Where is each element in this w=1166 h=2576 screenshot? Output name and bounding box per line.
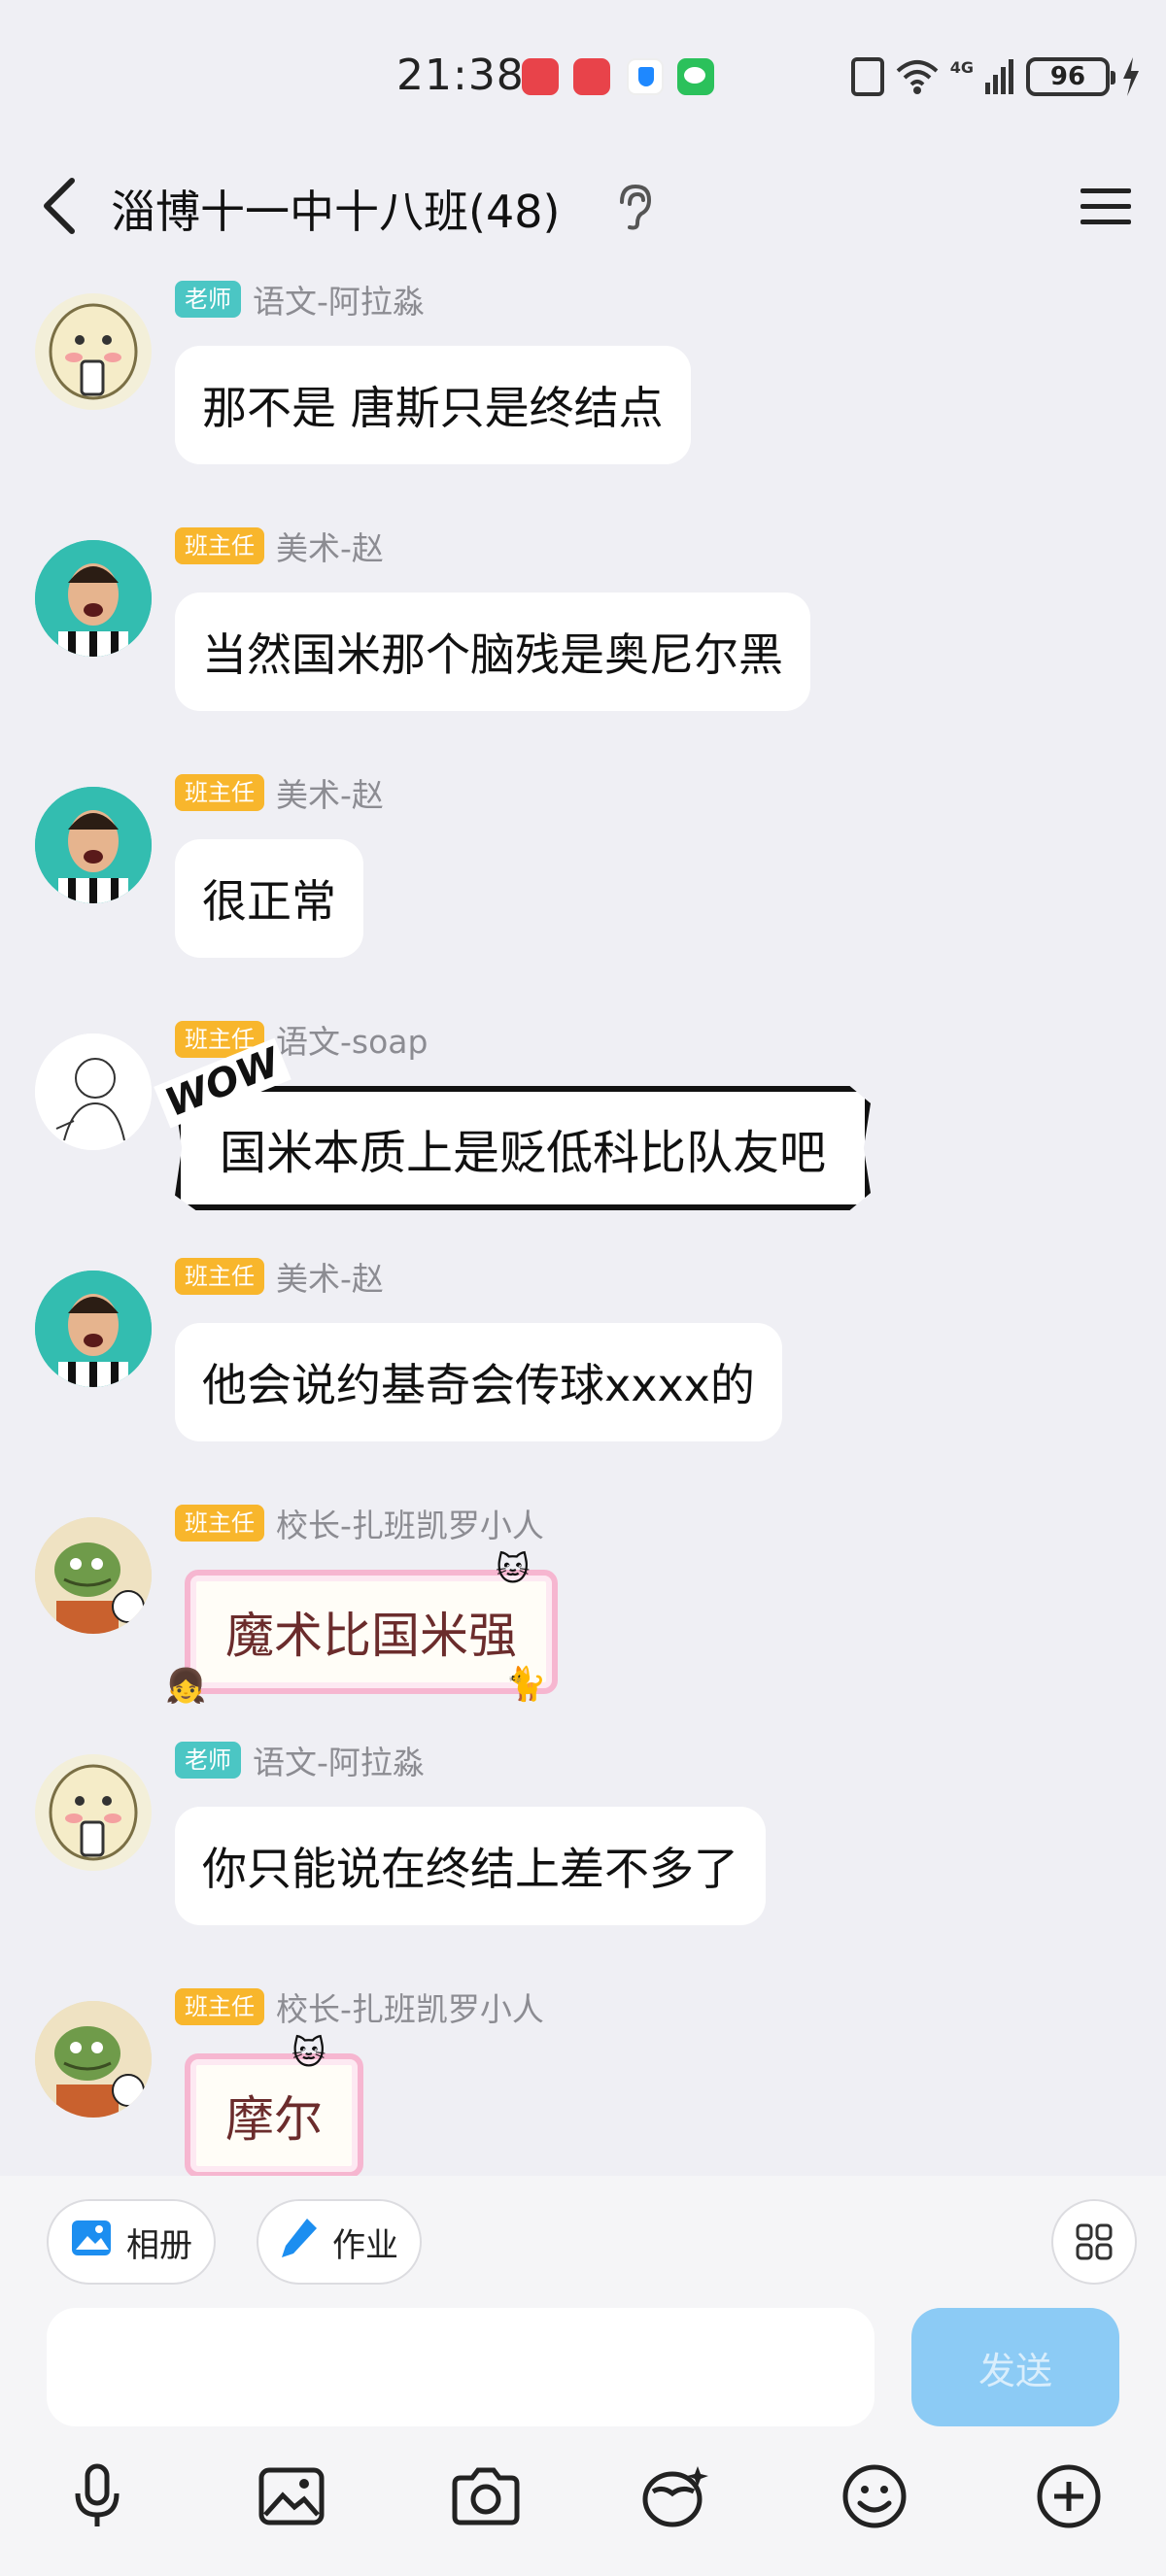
network-type: 4G (949, 57, 974, 77)
role-badge: 班主任 (175, 1505, 264, 1542)
sender-name: 语文-阿拉淼 (253, 283, 425, 321)
signal-icon (985, 57, 1014, 96)
cat-icon: 🐱 (496, 1550, 531, 1589)
chat-header: 淄博十一中十八班(48) (0, 155, 1166, 258)
charging-icon (1121, 57, 1141, 96)
frog-avatar[interactable] (35, 2001, 152, 2118)
message-meta: 老师 语文-阿拉淼 (175, 1739, 425, 1781)
huawei-notification-icon (573, 58, 610, 95)
message-bubble[interactable]: 当然国米那个脑残是奥尼尔黑 (175, 593, 810, 711)
menu-icon[interactable] (1077, 183, 1135, 231)
send-button[interactable]: 发送 (911, 2308, 1119, 2426)
album-label: 相册 (126, 2225, 192, 2265)
frog-avatar[interactable] (35, 1517, 152, 1634)
hand-drawn-face-avatar[interactable] (35, 1754, 152, 1871)
homework-label: 作业 (332, 2225, 398, 2265)
image-icon (70, 2219, 113, 2266)
role-badge: 班主任 (175, 774, 264, 811)
back-arrow-icon[interactable] (35, 175, 93, 237)
plus-icon[interactable] (1030, 2457, 1108, 2535)
wechat-notification-icon (677, 58, 714, 95)
role-badge: 班主任 (175, 1258, 264, 1295)
system-icons: 4G 96 (850, 54, 1141, 99)
wifi-icon (896, 57, 939, 96)
footballer-avatar[interactable] (35, 540, 152, 657)
message-item: 老师 语文-阿拉淼 那不是 唐斯只是终结点 (0, 278, 1166, 491)
cat-icon: 🐱 (292, 2034, 326, 2073)
security-notification-icon (627, 58, 664, 95)
sender-name: 语文-阿拉淼 (253, 1744, 425, 1781)
comic-message-bubble[interactable]: 国米本质上是贬低科比队友吧 (175, 1086, 872, 1210)
apps-grid-icon[interactable] (1051, 2199, 1137, 2285)
message-item: 老师 语文-阿拉淼 你只能说在终结上差不多了 (0, 1739, 1166, 1952)
vibrate-icon (850, 57, 884, 96)
group-title: 淄博十一中十八班(48) (111, 186, 561, 238)
message-meta: 班主任 校长-扎班凯罗小人 (175, 1502, 544, 1544)
emoji-icon[interactable] (836, 2457, 913, 2535)
chat-messages[interactable]: 老师 语文-阿拉淼 那不是 唐斯只是终结点 班主任 美术-赵 当然国米那个脑残是… (0, 262, 1166, 2176)
message-meta: 班主任 校长-扎班凯罗小人 (175, 1985, 544, 2028)
message-meta: 班主任 美术-赵 (175, 1255, 384, 1298)
message-item: 班主任 校长-扎班凯罗小人 魔术比国米强 👧 🐱 🐈 (0, 1502, 1166, 1715)
microphone-icon[interactable] (58, 2457, 136, 2535)
role-badge: 老师 (175, 281, 241, 318)
camera-icon[interactable] (447, 2457, 525, 2535)
message-item: 班主任 美术-赵 很正常 (0, 771, 1166, 985)
message-composer: 相册 作业 发送 (0, 2176, 1166, 2576)
message-meta: 老师 语文-阿拉淼 (175, 278, 425, 321)
sender-name: 美术-赵 (276, 776, 384, 814)
role-badge: 老师 (175, 1742, 241, 1779)
message-bubble[interactable]: 很正常 (175, 839, 363, 958)
sender-name: 语文-soap (276, 1023, 429, 1061)
gallery-icon[interactable] (253, 2457, 330, 2535)
sender-name: 美术-赵 (276, 1260, 384, 1298)
message-meta: 班主任 美术-赵 (175, 771, 384, 814)
sender-name: 美术-赵 (276, 529, 384, 567)
message-meta: 班主任 美术-赵 (175, 525, 384, 567)
album-button[interactable]: 相册 (47, 2199, 216, 2285)
hand-drawn-face-avatar[interactable] (35, 293, 152, 410)
footballer-avatar[interactable] (35, 1271, 152, 1387)
battery-indicator: 96 (1026, 57, 1115, 96)
cartoon-girl-icon: 👧 (165, 1667, 207, 1706)
message-item: 班主任 美术-赵 当然国米那个脑残是奥尼尔黑 (0, 525, 1166, 738)
message-input[interactable] (47, 2308, 874, 2426)
pencil-icon (280, 2217, 319, 2268)
message-meta: 班主任 语文-soap (175, 1018, 428, 1061)
message-item: 班主任 语文-soap 国米本质上是贬低科比队友吧 WOW (0, 1018, 1166, 1232)
sticker-message-bubble[interactable]: 摩尔 (185, 2053, 363, 2176)
cat-icon: 🐈 (505, 1665, 547, 1704)
homework-button[interactable]: 作业 (257, 2199, 422, 2285)
message-bubble[interactable]: 他会说约基奇会传球xxxx的 (175, 1323, 782, 1441)
footballer-avatar[interactable] (35, 787, 152, 903)
line-sketch-avatar[interactable] (35, 1034, 152, 1150)
ai-sticker-icon[interactable] (637, 2457, 715, 2535)
message-item: 班主任 美术-赵 他会说约基奇会传球xxxx的 (0, 1255, 1166, 1469)
status-time: 21:38 (396, 51, 525, 100)
sender-name: 校长-扎班凯罗小人 (276, 1507, 544, 1544)
message-bubble[interactable]: 你只能说在终结上差不多了 (175, 1807, 766, 1925)
huawei-notification-icon (522, 58, 559, 95)
sender-name: 校长-扎班凯罗小人 (276, 1990, 544, 2028)
message-item: 班主任 校长-扎班凯罗小人 摩尔 🐱 (0, 1985, 1166, 2176)
input-toolbar (0, 2457, 1166, 2555)
status-bar: 21:38 4G 96 (0, 0, 1166, 155)
role-badge: 班主任 (175, 527, 264, 564)
role-badge: 班主任 (175, 1988, 264, 2025)
ear-mode-icon[interactable] (612, 183, 655, 231)
message-bubble[interactable]: 那不是 唐斯只是终结点 (175, 346, 691, 464)
